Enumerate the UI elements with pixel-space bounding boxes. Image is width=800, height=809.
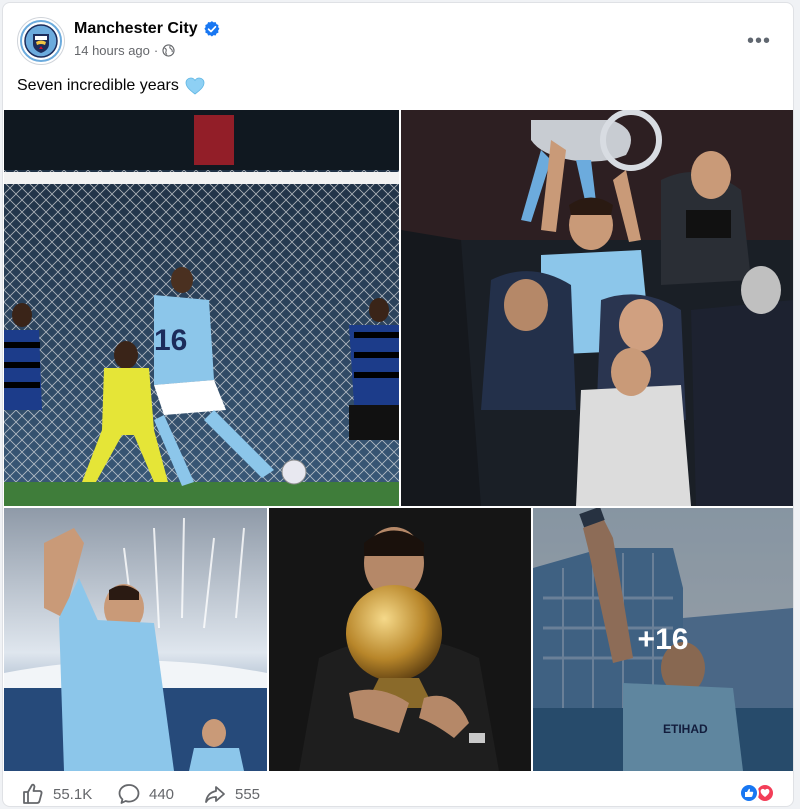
post-photo-1[interactable]: 16 bbox=[4, 110, 399, 506]
caption-text: Seven incredible years bbox=[17, 77, 179, 94]
post-photo-2[interactable] bbox=[401, 110, 793, 506]
comment-icon bbox=[118, 784, 140, 804]
post-footer: 55.1K 440 555 bbox=[3, 776, 793, 806]
reaction-summary[interactable] bbox=[739, 783, 775, 803]
share-count: 555 bbox=[235, 785, 261, 803]
post-timestamp[interactable]: 14 hours ago bbox=[74, 43, 150, 58]
separator-dot: · bbox=[153, 43, 159, 58]
post-card: Manchester City 14 hours ago · ••• Seven… bbox=[2, 2, 794, 807]
club-crest-icon bbox=[20, 20, 62, 62]
like-count: 55.1K bbox=[53, 785, 93, 803]
svg-text:16: 16 bbox=[154, 324, 187, 357]
post-caption: Seven incredible years bbox=[17, 77, 205, 95]
more-options-icon[interactable]: ••• bbox=[743, 25, 775, 57]
like-button[interactable]: 55.1K bbox=[21, 782, 92, 806]
avatar[interactable] bbox=[17, 17, 65, 65]
globe-icon bbox=[162, 44, 175, 57]
verified-badge-icon bbox=[203, 21, 219, 37]
post-photo-3[interactable] bbox=[4, 508, 267, 771]
comment-count: 440 bbox=[149, 785, 175, 803]
page-name[interactable]: Manchester City bbox=[74, 20, 198, 38]
post-meta: Manchester City 14 hours ago · bbox=[74, 20, 220, 58]
share-button[interactable]: 555 bbox=[203, 782, 260, 806]
comment-button[interactable]: 440 bbox=[117, 782, 174, 806]
like-icon bbox=[23, 783, 43, 804]
light-blue-heart-icon bbox=[185, 77, 205, 95]
post-photo-5[interactable]: ETIHAD +16 bbox=[533, 508, 793, 771]
like-reaction-icon bbox=[739, 783, 759, 803]
post-header: Manchester City 14 hours ago · ••• bbox=[17, 17, 779, 69]
more-photos-overlay[interactable]: +16 bbox=[533, 508, 793, 771]
post-photo-4[interactable] bbox=[269, 508, 531, 771]
share-icon bbox=[205, 786, 225, 803]
